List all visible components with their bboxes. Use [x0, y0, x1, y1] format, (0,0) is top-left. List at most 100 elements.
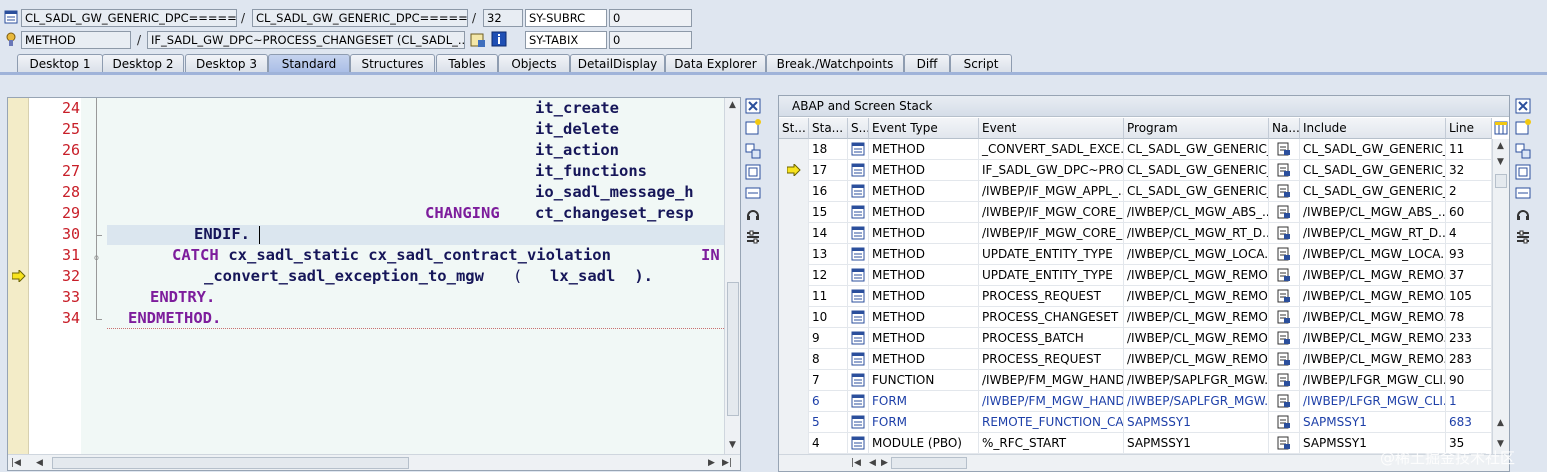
scroll-thumb[interactable]: [52, 457, 409, 469]
cell-navigate[interactable]: [1269, 307, 1300, 328]
display-source-icon[interactable]: [470, 32, 486, 48]
cell-navigate[interactable]: [1269, 181, 1300, 202]
tab-desktop-1[interactable]: Desktop 1: [17, 54, 103, 73]
cell-navigate[interactable]: [1269, 328, 1300, 349]
navigate-icon[interactable]: [1277, 289, 1291, 303]
navigate-icon[interactable]: [1277, 373, 1291, 387]
scroll-up-icon[interactable]: ▲: [729, 100, 736, 110]
tab-structures[interactable]: Structures: [350, 54, 435, 73]
code-keyword[interactable]: ENDTRY.: [150, 287, 215, 308]
sysvar-name-field[interactable]: SY-SUBRC: [525, 9, 607, 27]
column-header-line[interactable]: Line: [1446, 118, 1492, 139]
cell-navigate[interactable]: [1269, 370, 1300, 391]
close-icon[interactable]: [1515, 98, 1531, 114]
cell-navigate[interactable]: [1269, 265, 1300, 286]
code-line[interactable]: io_sadl_message_h: [535, 182, 694, 203]
column-header-program[interactable]: Program: [1124, 118, 1269, 139]
maximize-icon[interactable]: [745, 164, 761, 180]
column-header-event-type[interactable]: Event Type: [869, 118, 979, 139]
swap-tool-icon[interactable]: [1515, 143, 1531, 159]
navigate-icon[interactable]: [1277, 226, 1291, 240]
cell-navigate[interactable]: [1269, 391, 1300, 412]
navigate-icon[interactable]: [1277, 268, 1291, 282]
tab-detail-display[interactable]: DetailDisplay: [570, 54, 665, 73]
table-row[interactable]: 10 METHOD PROCESS_CHANGESET/IWBEP/CL_MGW_R…: [779, 307, 1492, 328]
table-row[interactable]: 14 METHOD/IWBEP/IF_MGW_CORE_.../IWBEP/CL_…: [779, 223, 1492, 244]
row-selector[interactable]: [779, 181, 809, 202]
cell-navigate[interactable]: [1269, 160, 1300, 181]
table-layout-icon[interactable]: [1494, 121, 1508, 135]
cell-navigate[interactable]: [1269, 412, 1300, 433]
table-row[interactable]: 7 FUNCTION/IWBEP/FM_MGW_HAND.../IWBEP/SAP…: [779, 370, 1492, 391]
navigate-icon[interactable]: [1277, 184, 1291, 198]
code-line[interactable]: ct_changeset_resp: [535, 203, 694, 224]
info-icon[interactable]: [491, 31, 507, 47]
code-line[interactable]: it_functions: [535, 161, 647, 182]
tab-standard[interactable]: Standard: [268, 54, 350, 73]
scroll-down-icon[interactable]: ▼: [729, 440, 736, 450]
table-row[interactable]: 5 FORM REMOTE_FUNCTION_CA... SAPMSSY1 SAPMSS…: [779, 412, 1492, 433]
settings-icon[interactable]: [1515, 229, 1531, 245]
navigate-icon[interactable]: [1277, 394, 1291, 408]
scroll-left-icon[interactable]: ◀: [36, 458, 43, 468]
scroll-first-icon[interactable]: |◀: [11, 458, 21, 468]
row-selector[interactable]: [779, 412, 809, 433]
scroll-last-icon[interactable]: ▶|: [722, 458, 732, 468]
row-selector[interactable]: [779, 286, 809, 307]
navigate-icon[interactable]: [1277, 352, 1291, 366]
row-selector[interactable]: [779, 265, 809, 286]
row-selector[interactable]: [779, 202, 809, 223]
new-tool-icon[interactable]: [745, 119, 761, 135]
table-row[interactable]: 11 METHOD PROCESS_REQUEST/IWBEP/CL_MGW_REM…: [779, 286, 1492, 307]
code-line[interactable]: ENDIF.: [194, 224, 250, 245]
tab-data-explorer[interactable]: Data Explorer: [665, 54, 766, 73]
scroll-up-icon[interactable]: ▲: [1497, 418, 1504, 428]
cell-navigate[interactable]: [1269, 286, 1300, 307]
code-line[interactable]: (: [513, 266, 532, 287]
table-row[interactable]: 9 METHOD PROCESS_BATCH/IWBEP/CL_MGW_REMO..…: [779, 328, 1492, 349]
event-type-field[interactable]: METHOD: [21, 31, 131, 49]
column-header-s[interactable]: S...: [848, 118, 869, 139]
row-selector[interactable]: [779, 307, 809, 328]
row-selector[interactable]: [779, 433, 809, 454]
scroll-down-icon[interactable]: ▼: [1497, 157, 1504, 167]
table-row[interactable]: 13 METHOD UPDATE_ENTITY_TYPE/IWBEP/CL_MGW_…: [779, 244, 1492, 265]
table-row[interactable]: 12 METHOD UPDATE_ENTITY_TYPE/IWBEP/CL_MGW_…: [779, 265, 1492, 286]
navigate-icon[interactable]: [1277, 247, 1291, 261]
stack-vertical-scrollbar[interactable]: ▲ ▼ ▲ ▼: [1492, 139, 1509, 454]
tab-tables[interactable]: Tables: [436, 54, 498, 73]
code-line[interactable]: lx_sadl: [550, 266, 615, 287]
line-number-field[interactable]: 32: [483, 9, 523, 27]
sysvar-name-field-2[interactable]: SY-TABIX: [525, 31, 607, 49]
code-vertical-scrollbar[interactable]: ▲ ▼: [724, 98, 740, 454]
code-line[interactable]: cx_sadl_static cx_sadl_contract_violatio…: [219, 245, 620, 266]
table-row[interactable]: 18 METHOD _CONVERT_SADL_EXCE... CL_SADL_GW_…: [779, 139, 1492, 160]
tab-script[interactable]: Script: [950, 54, 1012, 73]
table-row[interactable]: 15 METHOD/IWBEP/IF_MGW_CORE_.../IWBEP/CL_…: [779, 202, 1492, 223]
code-keyword[interactable]: ENDMETHOD.: [128, 308, 221, 329]
navigate-icon[interactable]: [1277, 331, 1291, 345]
resize-icon[interactable]: [1515, 185, 1531, 201]
code-line[interactable]: _convert_sadl_exception_to_mgw: [204, 266, 484, 287]
row-selector[interactable]: [779, 349, 809, 370]
new-tool-icon[interactable]: [1515, 119, 1531, 135]
table-row[interactable]: 6 FORM/IWBEP/FM_MGW_HAND.../IWBEP/SAPLFGR…: [779, 391, 1492, 412]
column-header-include[interactable]: Include: [1300, 118, 1446, 139]
navigate-icon[interactable]: [1277, 310, 1291, 324]
navigate-icon[interactable]: [1277, 142, 1291, 156]
tab-objects[interactable]: Objects: [498, 54, 570, 73]
code-keyword[interactable]: CHANGING: [425, 203, 500, 224]
cell-navigate[interactable]: [1269, 433, 1300, 454]
row-selector[interactable]: [779, 244, 809, 265]
row-selector[interactable]: [779, 223, 809, 244]
table-row[interactable]: 17 METHOD IF_SADL_GW_DPC~PRO... CL_SADL_GW_…: [779, 160, 1492, 181]
scroll-right-icon[interactable]: ▶: [708, 458, 715, 468]
scroll-up-icon[interactable]: ▲: [1497, 141, 1504, 151]
cell-navigate[interactable]: [1269, 202, 1300, 223]
scroll-thumb[interactable]: [1495, 174, 1507, 188]
code-line[interactable]: it_delete: [535, 119, 619, 140]
row-selector[interactable]: [779, 370, 809, 391]
cell-navigate[interactable]: [1269, 244, 1300, 265]
scroll-first-icon[interactable]: |◀: [851, 458, 861, 468]
code-keyword[interactable]: IN: [701, 245, 720, 266]
